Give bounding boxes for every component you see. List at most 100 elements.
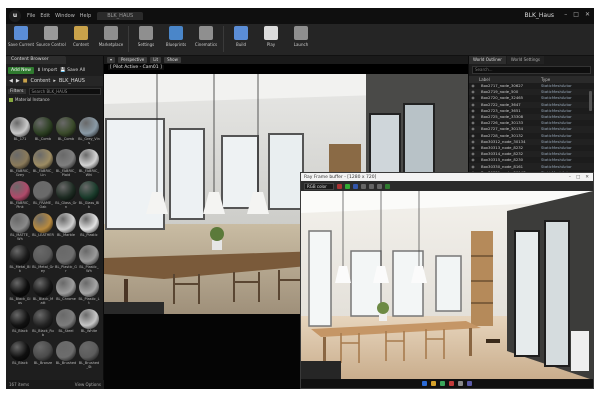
perspective-button[interactable]: Perspective — [118, 57, 148, 63]
source-control-button[interactable]: Source Control — [36, 26, 66, 47]
content-search-input[interactable]: Search BLK_HAUS — [28, 87, 101, 95]
asset-tile[interactable]: BL_Metal_Blk — [9, 244, 31, 276]
asset-tile[interactable]: BL_Black_Rub — [32, 308, 54, 340]
minimize-icon[interactable]: – — [564, 11, 567, 18]
unreal-logo-icon[interactable]: u — [9, 10, 21, 22]
asset-tile[interactable]: BL_Chrome — [55, 276, 77, 308]
marketplace-button[interactable]: Marketplace — [96, 26, 126, 47]
back-icon[interactable]: ◀ — [9, 78, 13, 84]
asset-tile[interactable]: BL_Metal_Grey — [32, 244, 54, 276]
asset-tile[interactable]: BL_White — [78, 308, 100, 340]
asset-tile[interactable]: BL_Brushed — [55, 340, 77, 372]
red-channel-icon[interactable] — [336, 183, 342, 189]
visibility-eye-icon[interactable]: ◉ — [469, 120, 477, 126]
play-button[interactable]: Play — [256, 26, 286, 47]
maximize-icon[interactable]: □ — [573, 11, 579, 18]
add-new-button[interactable]: Add New — [8, 66, 34, 74]
outliner-search-input[interactable]: Search... — [472, 66, 591, 74]
asset-tile[interactable]: BL_Plastic_Wh — [78, 244, 100, 276]
asset-tile[interactable]: BL_Marble — [55, 212, 77, 244]
visibility-eye-icon[interactable]: ◉ — [469, 145, 477, 151]
taskbar-app-icon-1[interactable] — [422, 381, 427, 386]
visibility-eye-icon[interactable]: ◉ — [469, 164, 477, 170]
project-tab[interactable]: BLK_HAUS — [97, 12, 144, 20]
asset-tile[interactable]: BL_FABRIC_Pink — [9, 180, 31, 212]
cinematics-button[interactable]: Cinematics — [191, 26, 221, 47]
asset-tile[interactable]: BL_LEATHER — [32, 212, 54, 244]
visibility-eye-icon[interactable]: ◉ — [469, 89, 477, 95]
asset-tile[interactable]: BL_FABRIC_Whi — [78, 148, 100, 180]
asset-tile[interactable]: BL_Plastic_Gr — [55, 244, 77, 276]
taskbar-app-icon-3[interactable] — [440, 381, 445, 386]
visibility-eye-icon[interactable]: ◉ — [469, 151, 477, 157]
view-options-button[interactable]: View Options — [75, 382, 101, 387]
taskbar-app-icon-2[interactable] — [431, 381, 436, 386]
clear-image-icon[interactable] — [368, 183, 374, 189]
visibility-eye-icon[interactable]: ◉ — [469, 114, 477, 120]
asset-tile[interactable]: BL_Glass_Grn — [55, 180, 77, 212]
menu-window[interactable]: Window — [55, 13, 75, 19]
menu-help[interactable]: Help — [80, 13, 91, 19]
visibility-eye-icon[interactable]: ◉ — [469, 133, 477, 139]
content-button[interactable]: Content — [66, 26, 96, 47]
asset-tile[interactable]: BL_Black_Matt — [32, 276, 54, 308]
visibility-eye-icon[interactable]: ◉ — [469, 102, 477, 108]
asset-tile[interactable]: BL_Glass_Blk — [78, 180, 100, 212]
save-current-button[interactable]: Save Current — [6, 26, 36, 47]
column-type[interactable]: Type — [541, 77, 550, 82]
visibility-eye-icon[interactable]: ◉ — [469, 157, 477, 163]
asset-tile[interactable]: BL_Comb — [32, 116, 54, 148]
render-icon[interactable] — [384, 183, 390, 189]
blue-channel-icon[interactable] — [352, 183, 358, 189]
close-icon[interactable]: ✕ — [585, 175, 589, 180]
asset-tile[interactable]: BL_FABRIC_Plaid — [55, 148, 77, 180]
show-button[interactable]: Show — [164, 57, 181, 63]
viewport-options-button[interactable]: ▾ — [107, 57, 116, 63]
asset-tile[interactable]: BL_Black_Glos — [9, 276, 31, 308]
save-all-button[interactable]: 💾 Save All — [60, 68, 85, 73]
asset-tile[interactable]: BL_Plastic — [78, 212, 100, 244]
lit-button[interactable]: Lit — [150, 57, 162, 63]
breadcrumb-content[interactable]: Content — [30, 78, 50, 84]
asset-tile[interactable]: BL_FRAME_Oak — [32, 180, 54, 212]
minimize-icon[interactable]: – — [569, 175, 571, 180]
asset-tile[interactable]: BL_Plastic_Lt — [78, 276, 100, 308]
launch-button[interactable]: Launch — [286, 26, 316, 47]
filter-tag[interactable]: Material Instance — [6, 96, 103, 103]
save-image-icon[interactable] — [360, 183, 366, 189]
asset-tile[interactable]: BL_FABRIC_Lin — [32, 148, 54, 180]
filters-button[interactable]: Filters — [8, 88, 26, 94]
green-channel-icon[interactable] — [344, 183, 350, 189]
asset-tile[interactable]: BL_Black — [9, 308, 31, 340]
asset-tile[interactable]: BL_Bronze — [32, 340, 54, 372]
build-button[interactable]: Build — [226, 26, 256, 47]
asset-tile[interactable]: BL_Brushed_St — [78, 340, 100, 372]
settings-button[interactable]: Settings — [131, 26, 161, 47]
outliner-scrollbar[interactable] — [589, 91, 592, 111]
asset-tile[interactable]: BL_MATTE_Wh — [9, 212, 31, 244]
asset-tile[interactable]: BL_Black — [9, 340, 31, 372]
asset-tile[interactable]: BL_Comb — [55, 116, 77, 148]
asset-tile[interactable]: BL_171 — [9, 116, 31, 148]
taskbar-app-icon-4[interactable] — [449, 381, 454, 386]
maximize-icon[interactable]: □ — [576, 175, 580, 180]
asset-tile[interactable]: BL_Steel — [55, 308, 77, 340]
tab-world-settings[interactable]: World Settings — [506, 56, 544, 64]
channel-select[interactable]: RGB color — [304, 182, 334, 190]
close-icon[interactable]: ✕ — [585, 11, 590, 18]
menu-file[interactable]: File — [27, 13, 35, 19]
taskbar-app-icon-5[interactable] — [458, 381, 463, 386]
import-button[interactable]: ⬇ Import — [37, 68, 57, 73]
breadcrumb-folder[interactable]: BLK_HAUS — [59, 78, 85, 84]
taskbar-app-icon-6[interactable] — [467, 381, 472, 386]
visibility-eye-icon[interactable]: ◉ — [469, 126, 477, 132]
blueprints-button[interactable]: Blueprints — [161, 26, 191, 47]
visibility-eye-icon[interactable]: ◉ — [469, 95, 477, 101]
asset-tile[interactable]: BL_FABRIC_Grey — [9, 148, 31, 180]
visibility-eye-icon[interactable]: ◉ — [469, 83, 477, 89]
asset-tile[interactable]: BL_Grey_Vins — [78, 116, 100, 148]
visibility-eye-icon[interactable]: ◉ — [469, 139, 477, 145]
content-browser-tab[interactable]: Content Browser — [6, 56, 66, 64]
menu-edit[interactable]: Edit — [40, 13, 50, 19]
tab-world-outliner[interactable]: World Outliner — [469, 56, 506, 64]
